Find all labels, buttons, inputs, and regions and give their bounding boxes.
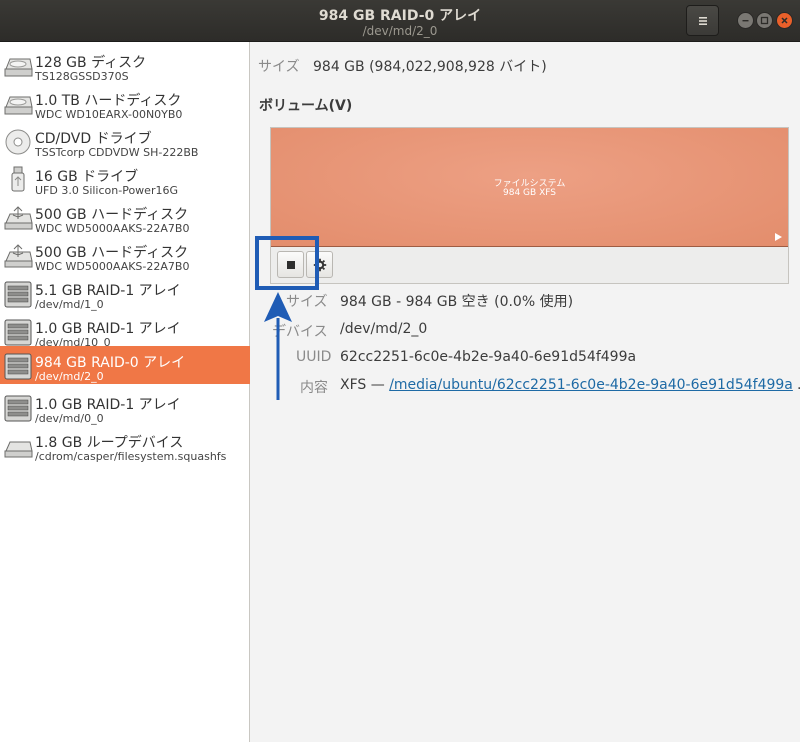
device-details-panel: サイズ 984 GB (984,022,908,928 バイト) ボリューム(V… [251, 42, 800, 742]
sidebar-item-subtitle: /cdrom/casper/filesystem.squashfs [35, 450, 227, 463]
ssd-disk-icon [4, 58, 33, 77]
sidebar-item-name: CD/DVD ドライブ [35, 131, 152, 147]
hard-disk-icon [4, 96, 33, 115]
usb-drive-icon [11, 166, 25, 192]
sidebar-item-raid0-984gb[interactable]: 984 GB RAID-0 アレイ /dev/md/2_0 [0, 346, 250, 384]
close-button[interactable] [776, 12, 793, 29]
raid-array-icon [4, 395, 32, 422]
device-sidebar: 128 GB ディスク TS128GSSD370S 1.0 TB ハードディスク… [0, 42, 250, 742]
raid-array-icon [4, 353, 32, 380]
mounted-indicator-icon [775, 233, 782, 241]
minimize-button[interactable] [737, 12, 754, 29]
detail-contents-label: 内容 [300, 380, 328, 396]
loop-device-icon [4, 441, 33, 458]
raid-array-icon [4, 281, 32, 308]
size-label: サイズ [258, 59, 300, 75]
raid-array-icon [4, 319, 32, 346]
filesystem-type: XFS — [340, 377, 390, 393]
sidebar-item-raid1-5gb[interactable]: 5.1 GB RAID-1 アレイ /dev/md/1_0 [0, 274, 250, 312]
minimize-icon [742, 20, 749, 22]
sidebar-item-subtitle: /dev/md/0_0 [35, 412, 104, 425]
size-value: 984 GB (984,022,908,928 バイト) [313, 59, 547, 75]
mount-point-link[interactable]: /media/ubuntu/62cc2251-6c0e-4b2e-9a40-6e… [389, 377, 793, 393]
optical-disc-icon [5, 129, 31, 155]
sidebar-item-subtitle: WDC WD5000AAKS-22A7B0 [35, 222, 190, 235]
detail-device-value: /dev/md/2_0 [340, 321, 428, 337]
sidebar-item-128gb-disk[interactable]: 128 GB ディスク TS128GSSD370S [0, 46, 250, 84]
detail-size-value: 984 GB - 984 GB 空き (0.0% 使用) [340, 294, 574, 310]
sidebar-item-subtitle: /dev/md/1_0 [35, 298, 104, 311]
detail-uuid-label: UUID [296, 349, 332, 365]
sidebar-item-subtitle: UFD 3.0 Silicon-Power16G [35, 184, 178, 197]
sidebar-item-subtitle: /dev/md/2_0 [35, 370, 104, 383]
sidebar-item-name: 1.8 GB ループデバイス [35, 435, 184, 451]
sidebar-item-name: 128 GB ディスク [35, 55, 147, 71]
close-icon [781, 17, 788, 24]
hamburger-icon [698, 16, 707, 25]
sidebar-item-raid1-1gb-10[interactable]: 1.0 GB RAID-1 アレイ /dev/md/10_0 [0, 312, 250, 350]
highlight-annotation [255, 236, 319, 290]
usb-hard-disk-icon [4, 206, 33, 230]
sidebar-item-name: 16 GB ドライブ [35, 169, 139, 185]
usb-hard-disk-icon [4, 244, 33, 268]
sidebar-item-16gb-drive[interactable]: 16 GB ドライブ UFD 3.0 Silicon-Power16G [0, 160, 250, 198]
sidebar-item-1tb-hdd[interactable]: 1.0 TB ハードディスク WDC WD10EARX-00N0YB0 [0, 84, 250, 122]
sidebar-item-name: 1.0 TB ハードディスク [35, 93, 182, 109]
sidebar-item-name: 1.0 GB RAID-1 アレイ [35, 397, 181, 413]
sidebar-item-name: 5.1 GB RAID-1 アレイ [35, 283, 181, 299]
sidebar-item-subtitle: WDC WD10EARX-00N0YB0 [35, 108, 183, 121]
partition-block[interactable]: ファイルシステム 984 GB XFS [271, 128, 788, 247]
volume-graphic: ファイルシステム 984 GB XFS [270, 127, 789, 284]
sidebar-item-subtitle: TSSTcorp CDDVDW SH-222BB [35, 146, 199, 159]
sidebar-item-name: 984 GB RAID-0 アレイ [35, 355, 186, 371]
sidebar-item-name: 1.0 GB RAID-1 アレイ [35, 321, 181, 337]
sidebar-item-subtitle: TS128GSSD370S [35, 70, 129, 83]
window-subtitle: /dev/md/2_0 [362, 24, 438, 38]
sidebar-item-name: 500 GB ハードディスク [35, 207, 189, 223]
title-bar: 984 GB RAID-0 アレイ /dev/md/2_0 [0, 0, 800, 42]
maximize-button[interactable] [756, 12, 773, 29]
sidebar-item-name: 500 GB ハードディスク [35, 245, 189, 261]
sidebar-item-500gb-hdd-2[interactable]: 500 GB ハードディスク WDC WD5000AAKS-22A7B0 [0, 236, 250, 274]
hamburger-menu-button[interactable] [686, 5, 719, 36]
window-title: 984 GB RAID-0 アレイ [318, 8, 482, 24]
sidebar-item-cd-dvd[interactable]: CD/DVD ドライブ TSSTcorp CDDVDW SH-222BB [0, 122, 250, 160]
partition-size: 984 GB XFS [503, 188, 556, 198]
maximize-icon [760, 16, 769, 25]
detail-contents-value: XFS — /media/ubuntu/62cc2251-6c0e-4b2e-9… [340, 377, 800, 393]
arrow-annotation-icon [264, 292, 292, 400]
sidebar-item-raid1-1gb-0[interactable]: 1.0 GB RAID-1 アレイ /dev/md/0_0 [0, 388, 250, 426]
volumes-heading: ボリューム(V) [259, 98, 353, 114]
sidebar-item-loop-device[interactable]: 1.8 GB ループデバイス /cdrom/casper/filesystem.… [0, 426, 250, 464]
sidebar-item-500gb-hdd-1[interactable]: 500 GB ハードディスク WDC WD5000AAKS-22A7B0 [0, 198, 250, 236]
sidebar-item-subtitle: WDC WD5000AAKS-22A7B0 [35, 260, 190, 273]
detail-uuid-value: 62cc2251-6c0e-4b2e-9a40-6e91d54f499a [340, 349, 637, 365]
